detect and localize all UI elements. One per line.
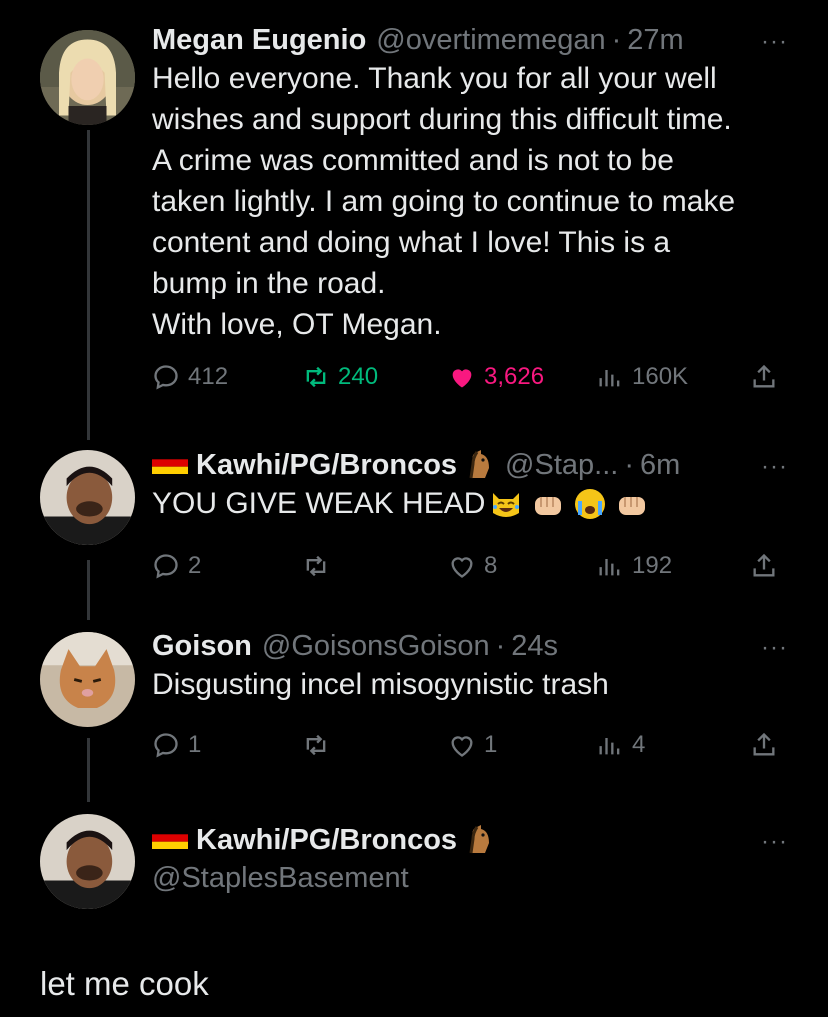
reply-icon	[154, 554, 178, 579]
views-button[interactable]: 4	[596, 731, 645, 759]
more-options-icon[interactable]: ···	[761, 449, 788, 485]
germany-flag-icon	[152, 827, 188, 849]
author-handle[interactable]: @overtimemegan	[376, 22, 605, 58]
tweet[interactable]: Megan Eugenio @overtimemegan · 27m ··· H…	[152, 22, 788, 403]
avatar[interactable]	[40, 814, 135, 909]
composer-header: Kawhi/PG/Broncos ···	[152, 822, 788, 858]
timestamp[interactable]: 24s	[511, 628, 558, 664]
like-button[interactable]: 3,626	[448, 363, 544, 391]
like-button[interactable]: 1	[448, 731, 497, 759]
germany-flag-icon	[152, 452, 188, 474]
views-icon	[599, 738, 620, 755]
retweet-button[interactable]	[302, 731, 338, 759]
crying-face-icon	[573, 487, 607, 521]
reply-count: 412	[188, 363, 229, 390]
share-icon	[753, 732, 775, 756]
tweet-actions: 2 8 192	[152, 552, 788, 592]
views-button[interactable]: 160K	[596, 363, 688, 391]
views-button[interactable]: 192	[596, 552, 672, 580]
views-icon	[599, 370, 620, 387]
separator-dot: ·	[611, 24, 622, 56]
retweet-icon	[306, 734, 326, 756]
tweet-text: Hello everyone. Thank you for all your w…	[152, 62, 736, 341]
reply-button[interactable]: 2	[152, 552, 201, 580]
author-handle[interactable]: @StaplesBasement	[152, 858, 788, 898]
thread-line	[87, 738, 90, 802]
more-options-icon[interactable]: ···	[761, 24, 788, 60]
laughing-cat-icon	[489, 487, 523, 521]
like-count: 1	[484, 731, 498, 758]
reply-count: 1	[188, 731, 202, 758]
share-icon	[753, 364, 775, 388]
timestamp[interactable]: 6m	[640, 447, 680, 483]
reply-count: 2	[188, 552, 202, 579]
more-options-icon[interactable]: ···	[761, 824, 788, 860]
tweet[interactable]: Kawhi/PG/Broncos @Stap... · 6m ··· YOU G…	[152, 447, 788, 592]
reply-button[interactable]: 412	[152, 363, 228, 391]
tweet-header: Kawhi/PG/Broncos @Stap... · 6m ···	[152, 447, 788, 483]
separator-dot: ·	[495, 630, 506, 662]
share-button[interactable]	[750, 363, 786, 391]
separator-dot: ·	[624, 449, 634, 481]
avatar[interactable]	[40, 632, 135, 727]
more-options-icon[interactable]: ···	[761, 630, 788, 666]
share-button[interactable]	[750, 552, 786, 580]
tweet-text-content: YOU GIVE WEAK HEAD	[152, 487, 486, 520]
view-count: 192	[632, 552, 673, 579]
timestamp[interactable]: 27m	[627, 22, 683, 58]
fist-icon	[531, 487, 565, 521]
tweet-actions: 1 1 4	[152, 731, 788, 771]
author-handle[interactable]: @GoisonsGoison	[262, 628, 490, 664]
composer-author: Kawhi/PG/Broncos ··· @StaplesBasement	[152, 822, 788, 898]
tweet-text: YOU GIVE WEAK HEAD	[152, 483, 788, 524]
retweet-button[interactable]	[302, 552, 338, 580]
tweet-actions: 412 240 3,626 160K	[152, 363, 788, 403]
reply-icon	[154, 733, 178, 758]
author-name[interactable]: Megan Eugenio	[152, 22, 366, 58]
tweet-header: Goison @GoisonsGoison · 24s ···	[152, 628, 788, 664]
retweet-button[interactable]: 240	[302, 363, 378, 391]
retweet-count: 240	[338, 363, 379, 390]
share-icon	[753, 553, 775, 577]
heart-icon	[451, 557, 473, 578]
author-name[interactable]: Kawhi/PG/Broncos	[196, 447, 457, 483]
like-count: 3,626	[484, 363, 545, 390]
thread-line	[87, 560, 90, 620]
avatar[interactable]	[40, 30, 135, 125]
horse-face-icon	[461, 823, 495, 857]
thread-line	[87, 130, 90, 440]
caption-text: let me cook	[40, 965, 209, 1002]
fist-icon	[615, 487, 649, 521]
reply-icon	[154, 365, 178, 390]
heart-icon	[451, 736, 473, 757]
heart-icon	[452, 369, 472, 388]
tweet-text: Disgusting incel misogynistic trash	[152, 668, 609, 701]
tweet-header: Megan Eugenio @overtimemegan · 27m ···	[152, 22, 788, 58]
tweet[interactable]: Goison @GoisonsGoison · 24s ··· Disgusti…	[152, 628, 788, 771]
author-name[interactable]: Kawhi/PG/Broncos	[196, 822, 457, 858]
share-button[interactable]	[750, 731, 786, 759]
like-count: 8	[484, 552, 498, 579]
retweet-icon	[306, 555, 326, 577]
reply-button[interactable]: 1	[152, 731, 201, 759]
author-name[interactable]: Goison	[152, 628, 252, 664]
like-button[interactable]: 8	[448, 552, 497, 580]
views-icon	[599, 559, 620, 576]
author-handle[interactable]: @Stap...	[505, 447, 618, 483]
retweet-icon	[306, 366, 326, 388]
avatar[interactable]	[40, 450, 135, 545]
horse-face-icon	[461, 448, 495, 482]
view-count: 4	[632, 731, 646, 758]
view-count: 160K	[632, 363, 689, 390]
